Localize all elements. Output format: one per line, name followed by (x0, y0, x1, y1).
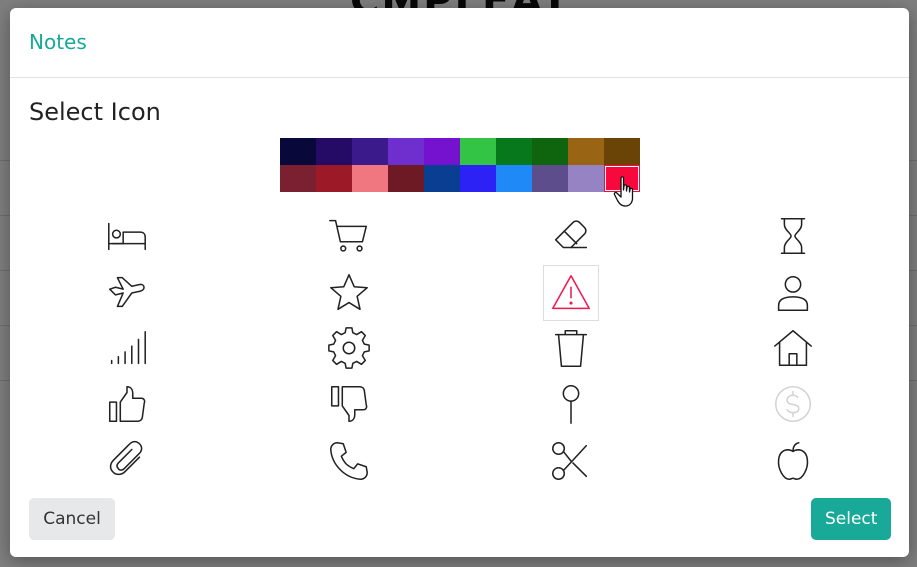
signal-icon[interactable] (99, 320, 155, 376)
dollar-icon[interactable] (765, 376, 821, 432)
eraser-icon[interactable] (543, 208, 599, 264)
color-swatch[interactable] (460, 165, 496, 192)
section-title: Select Icon (29, 98, 161, 126)
warning-icon (552, 274, 590, 310)
color-swatch[interactable] (604, 138, 640, 165)
select-button[interactable]: Select (811, 498, 891, 540)
color-swatch[interactable] (424, 165, 460, 192)
airplane-icon[interactable] (99, 265, 155, 321)
warning-icon[interactable] (543, 265, 599, 321)
apple-icon[interactable] (765, 433, 821, 489)
color-swatch[interactable] (316, 165, 352, 192)
color-swatch[interactable] (352, 138, 388, 165)
thumbs-up-icon[interactable] (99, 376, 155, 432)
color-swatch[interactable] (496, 138, 532, 165)
cart-icon[interactable] (321, 208, 377, 264)
color-swatch[interactable] (352, 165, 388, 192)
color-swatch[interactable] (532, 165, 568, 192)
thumbs-down-icon (330, 385, 368, 423)
airplane-icon (108, 276, 145, 308)
color-swatch[interactable] (460, 138, 496, 165)
pin-icon[interactable] (543, 376, 599, 432)
color-swatch[interactable] (568, 138, 604, 165)
star-icon (330, 274, 368, 311)
star-icon[interactable] (321, 265, 377, 321)
dollar-icon (774, 385, 812, 423)
hand-cursor-icon (613, 176, 634, 207)
user-icon[interactable] (765, 265, 821, 321)
color-swatch[interactable] (388, 138, 424, 165)
scissors-icon (552, 442, 588, 480)
gear-icon (328, 327, 370, 369)
color-swatch[interactable] (496, 165, 532, 192)
color-swatch[interactable] (280, 165, 316, 192)
trash-icon (554, 329, 588, 367)
home-icon[interactable] (765, 320, 821, 376)
color-swatch[interactable] (568, 165, 604, 192)
phone-icon (330, 442, 368, 480)
color-palette (280, 138, 640, 192)
gear-icon[interactable] (321, 320, 377, 376)
color-swatch[interactable] (424, 138, 460, 165)
pin-icon (562, 385, 580, 424)
hourglass-icon[interactable] (765, 208, 821, 264)
bed-icon[interactable] (99, 208, 155, 264)
phone-icon[interactable] (321, 433, 377, 489)
color-swatch[interactable] (316, 138, 352, 165)
home-icon (774, 329, 812, 367)
modal-title: Notes (29, 30, 87, 54)
apple-icon (777, 442, 809, 480)
scissors-icon[interactable] (543, 433, 599, 489)
paperclip-icon[interactable] (99, 433, 155, 489)
bed-icon (108, 222, 146, 251)
color-swatch[interactable] (388, 165, 424, 192)
thumbs-down-icon[interactable] (321, 376, 377, 432)
trash-icon[interactable] (543, 320, 599, 376)
modal-header: Notes (10, 8, 909, 78)
signal-icon (110, 330, 146, 365)
thumbs-up-icon (108, 385, 146, 423)
cancel-button[interactable]: Cancel (29, 498, 115, 540)
eraser-icon (554, 220, 588, 249)
cart-icon (329, 219, 368, 252)
paperclip-icon (109, 440, 143, 476)
color-swatch[interactable] (532, 138, 568, 165)
user-icon (777, 275, 809, 312)
hourglass-icon (780, 217, 806, 255)
select-icon-modal: Notes Select Icon Cancel Select (10, 8, 909, 557)
color-swatch[interactable] (280, 138, 316, 165)
